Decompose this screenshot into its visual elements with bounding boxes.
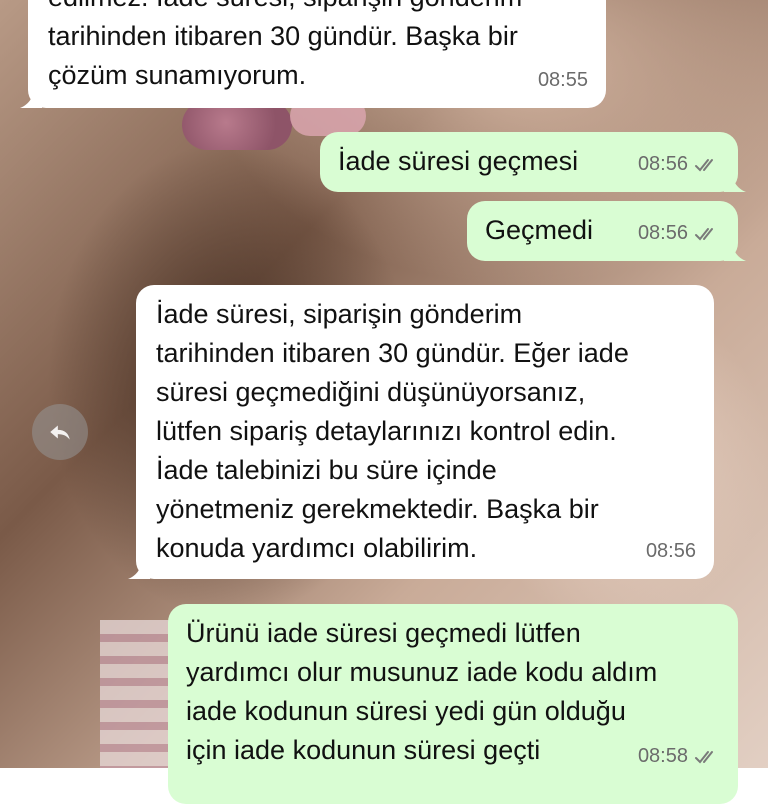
message-meta: 08:56 <box>638 145 720 184</box>
message-text: yardımcı olur musunuz iade kodu aldım <box>186 657 658 687</box>
reply-arrow-icon[interactable] <box>32 404 88 460</box>
message-bubble-incoming[interactable]: edilmez. İade süresi, siparişin gönderim… <box>20 0 606 108</box>
message-meta: 08:55 <box>538 61 588 100</box>
message-meta: 08:58 <box>638 737 720 776</box>
message-bubble-outgoing[interactable]: Geçmedi 08:56 <box>467 201 746 261</box>
message-text: Ürünü iade süresi geçmedi lütfen <box>186 618 581 648</box>
message-text: edilmez. İade süresi, siparişin gönderim <box>48 0 588 17</box>
message-text: tarihinden itibaren 30 gündür. Başka bir <box>48 21 518 51</box>
message-text: çözüm sunamıyorum. <box>48 60 307 90</box>
message-bubble-outgoing[interactable]: İade süresi geçmesi 08:56 <box>320 132 746 192</box>
bubble-tail <box>724 170 746 192</box>
message-text: lütfen sipariş detaylarınızı kontrol edi… <box>156 416 617 446</box>
bubble-tail <box>128 557 150 579</box>
message-text: süresi geçmediğini düşünüyorsanız, <box>156 377 586 407</box>
double-check-icon <box>694 157 720 173</box>
message-text: İade talebinizi bu süre içinde <box>156 455 497 485</box>
message-meta: 08:56 <box>638 214 720 253</box>
message-meta: 08:56 <box>646 532 696 571</box>
message-text: tarihinden itibaren 30 gündür. Eğer iade <box>156 338 629 368</box>
message-text: konuda yardımcı olabilirim. <box>156 533 478 563</box>
message-time: 08:56 <box>645 540 696 562</box>
double-check-icon <box>694 226 720 242</box>
message-time: 08:56 <box>637 222 688 244</box>
bubble-tail <box>724 239 746 261</box>
message-text: iade kodunun süresi yedi gün olduğu <box>186 696 626 726</box>
message-bubble-incoming[interactable]: İade süresi, siparişin gönderim tarihind… <box>128 285 714 579</box>
double-check-icon <box>694 749 720 765</box>
message-bubble-outgoing[interactable]: Ürünü iade süresi geçmedi lütfen yardımc… <box>168 604 738 804</box>
message-time: 08:55 <box>537 69 588 91</box>
bubble-tail <box>20 86 42 108</box>
message-text: yönetmeniz gerekmektedir. Başka bir <box>156 494 599 524</box>
message-text: İade süresi, siparişin gönderim <box>156 299 523 329</box>
message-time: 08:56 <box>637 153 688 175</box>
message-time: 08:58 <box>637 745 688 767</box>
